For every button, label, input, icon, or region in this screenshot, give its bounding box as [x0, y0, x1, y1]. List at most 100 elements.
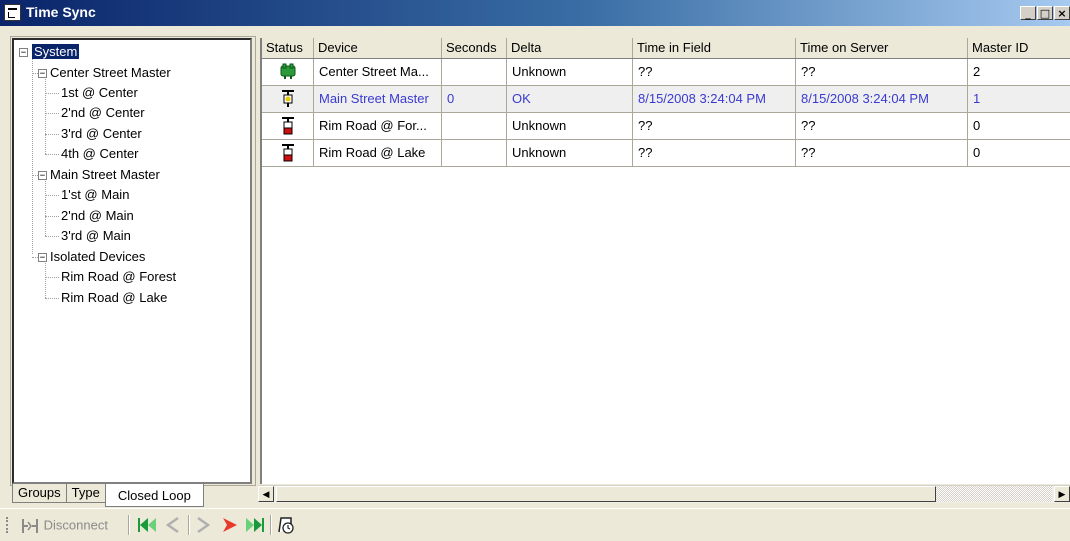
- next-icon: [197, 516, 211, 534]
- tree-item-device[interactable]: 1'st @ Main: [61, 185, 129, 205]
- delta-cell: Unknown: [507, 113, 633, 139]
- table-row[interactable]: Main Street Master 0 OK 8/15/2008 3:24:0…: [262, 86, 1070, 113]
- horizontal-scrollbar[interactable]: ◀ ▶: [258, 485, 1070, 503]
- next-red-icon: [223, 518, 237, 532]
- first-icon: [138, 518, 156, 532]
- time-on-server-cell: ??: [796, 140, 968, 166]
- app-icon: [4, 4, 21, 21]
- tree-connector: [32, 54, 33, 254]
- tree-item-system[interactable]: System: [32, 42, 80, 62]
- device-cell: Center Street Ma...: [314, 59, 442, 85]
- tree-item-device[interactable]: 3'rd @ Main: [61, 226, 131, 246]
- column-header-status[interactable]: Status: [262, 38, 314, 58]
- time-on-server-cell: ??: [796, 59, 968, 85]
- tree-item-device[interactable]: 1st @ Center: [61, 83, 138, 103]
- tree-connector: [45, 134, 59, 135]
- scroll-track[interactable]: [936, 486, 1052, 502]
- collapse-icon[interactable]: −: [38, 171, 47, 181]
- previous-icon: [165, 516, 179, 534]
- delta-cell: Unknown: [507, 59, 633, 85]
- green-signal-icon: [280, 63, 295, 79]
- tree-connector: [45, 154, 59, 155]
- tree-connector: [45, 258, 46, 298]
- column-header-time-on-server[interactable]: Time on Server: [796, 38, 968, 58]
- tree-connector: [45, 93, 59, 94]
- tree-item-device[interactable]: Rim Road @ Lake: [61, 288, 167, 308]
- tree-connector: [45, 216, 59, 217]
- maximize-button[interactable]: □: [1037, 6, 1053, 20]
- time-sync-icon: [278, 517, 294, 534]
- next-red-button[interactable]: [220, 515, 240, 535]
- tree-connector: [45, 74, 46, 154]
- last-button[interactable]: [244, 515, 266, 535]
- tab-groups[interactable]: Groups: [12, 484, 67, 503]
- yellow-signal-icon: [281, 90, 294, 107]
- title-bar: Time Sync _ □ ×: [0, 0, 1070, 26]
- grid-header: Status Device Seconds Delta Time in Fiel…: [262, 38, 1070, 59]
- delta-cell: Unknown: [507, 140, 633, 166]
- tree-item-device[interactable]: 2'nd @ Main: [61, 206, 134, 226]
- tab-closed-loop[interactable]: Closed Loop: [104, 484, 204, 507]
- tree-connector: [45, 236, 59, 237]
- time-on-server-cell: 8/15/2008 3:24:04 PM: [796, 86, 968, 112]
- toolbar-separator: [128, 515, 130, 535]
- red-signal-icon: [281, 144, 294, 162]
- previous-button[interactable]: [162, 515, 182, 535]
- scroll-thumb[interactable]: [276, 486, 936, 502]
- toolbar-grip[interactable]: [6, 517, 11, 533]
- toolbar-separator: [270, 515, 272, 535]
- window-controls: _ □ ×: [1019, 6, 1070, 22]
- toolbar: Disconnect: [0, 508, 1070, 541]
- disconnect-button[interactable]: Disconnect: [20, 515, 108, 535]
- tree-item-device[interactable]: Rim Road @ Forest: [61, 267, 176, 287]
- master-id-cell: 1: [968, 86, 1070, 112]
- tree-panel[interactable]: − System − Center Street Master 1st @ Ce…: [12, 38, 252, 484]
- table-row[interactable]: Center Street Ma... Unknown ?? ?? 2: [262, 59, 1070, 86]
- column-header-device[interactable]: Device: [314, 38, 442, 58]
- device-cell: Rim Road @ Lake: [314, 140, 442, 166]
- seconds-cell: 0: [442, 86, 507, 112]
- next-button[interactable]: [194, 515, 214, 535]
- last-icon: [246, 518, 264, 532]
- device-cell: Main Street Master: [314, 86, 442, 112]
- scroll-left-button[interactable]: ◀: [258, 486, 274, 502]
- device-grid[interactable]: Status Device Seconds Delta Time in Fiel…: [260, 38, 1070, 484]
- red-signal-icon: [281, 117, 294, 135]
- close-button[interactable]: ×: [1054, 6, 1070, 20]
- tree-item-group[interactable]: Isolated Devices: [50, 247, 145, 267]
- tree-item-device[interactable]: 4th @ Center: [61, 144, 139, 164]
- time-sync-button[interactable]: [276, 515, 296, 535]
- tree-tabs: Groups Type Closed Loop: [12, 484, 204, 507]
- delta-cell: OK: [507, 86, 633, 112]
- seconds-cell: [442, 113, 507, 139]
- column-header-time-in-field[interactable]: Time in Field: [633, 38, 796, 58]
- time-on-server-cell: ??: [796, 113, 968, 139]
- collapse-icon[interactable]: −: [38, 69, 47, 79]
- window-title: Time Sync: [26, 4, 96, 20]
- toolbar-separator: [188, 515, 190, 535]
- tree-item-label: System: [32, 44, 80, 59]
- tree-connector: [45, 277, 59, 278]
- column-header-delta[interactable]: Delta: [507, 38, 633, 58]
- collapse-icon[interactable]: −: [38, 253, 47, 263]
- collapse-icon[interactable]: −: [19, 48, 28, 58]
- status-cell: [262, 140, 314, 166]
- tab-type[interactable]: Type: [65, 484, 106, 503]
- tree-item-group[interactable]: Main Street Master: [50, 165, 160, 185]
- tree-connector: [45, 195, 59, 196]
- minimize-button[interactable]: _: [1020, 6, 1036, 20]
- first-button[interactable]: [136, 515, 158, 535]
- tree-item-device[interactable]: 2'nd @ Center: [61, 103, 145, 123]
- column-header-master-id[interactable]: Master ID: [968, 38, 1070, 58]
- table-row[interactable]: Rim Road @ For... Unknown ?? ?? 0: [262, 113, 1070, 140]
- time-in-field-cell: 8/15/2008 3:24:04 PM: [633, 86, 796, 112]
- status-cell: [262, 113, 314, 139]
- scroll-right-button[interactable]: ▶: [1054, 486, 1070, 502]
- tree-item-device[interactable]: 3'rd @ Center: [61, 124, 142, 144]
- time-in-field-cell: ??: [633, 59, 796, 85]
- device-cell: Rim Road @ For...: [314, 113, 442, 139]
- tree-item-group[interactable]: Center Street Master: [50, 63, 171, 83]
- master-id-cell: 0: [973, 118, 981, 133]
- column-header-seconds[interactable]: Seconds: [442, 38, 507, 58]
- table-row[interactable]: Rim Road @ Lake Unknown ?? ?? 0: [262, 140, 1070, 167]
